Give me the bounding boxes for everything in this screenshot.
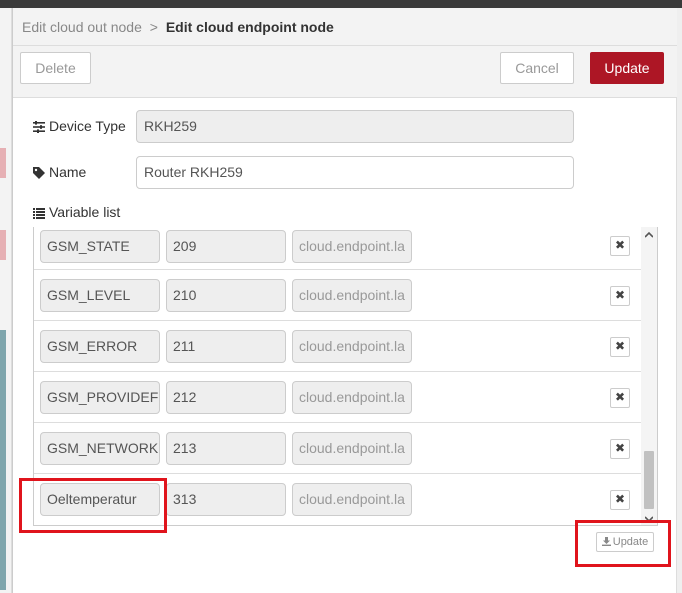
device-type-label-text: Device Type bbox=[49, 118, 126, 134]
list-item: GSM_LEVEL 210 cloud.endpoint.la ✖ bbox=[34, 270, 654, 321]
breadcrumb: Edit cloud out node > Edit cloud endpoin… bbox=[13, 8, 677, 46]
breadcrumb-parent[interactable]: Edit cloud out node bbox=[22, 19, 142, 35]
node-marker bbox=[0, 148, 6, 178]
scroll-up-icon[interactable] bbox=[645, 231, 653, 239]
list-item: GSM_PROVIDEF 212 cloud.endpoint.la ✖ bbox=[34, 372, 654, 423]
node-marker bbox=[0, 230, 6, 260]
name-label-text: Name bbox=[49, 164, 87, 180]
variable-name-field[interactable]: GSM_LEVEL bbox=[40, 279, 160, 312]
remove-row-button[interactable]: ✖ bbox=[610, 490, 630, 510]
variable-id-field[interactable]: 212 bbox=[166, 381, 286, 414]
variable-name-field[interactable]: GSM_ERROR bbox=[40, 330, 160, 363]
name-input[interactable]: Router RKH259 bbox=[136, 156, 574, 189]
variable-list-label-text: Variable list bbox=[49, 204, 121, 220]
remove-row-button[interactable]: ✖ bbox=[610, 337, 630, 357]
cancel-button[interactable]: Cancel bbox=[500, 52, 574, 84]
remove-row-button[interactable]: ✖ bbox=[610, 236, 630, 256]
variable-id-field[interactable]: 209 bbox=[166, 230, 286, 263]
list-scrollbar[interactable] bbox=[641, 227, 657, 525]
list-icon bbox=[33, 208, 45, 219]
variable-list-label: Variable list bbox=[33, 204, 120, 220]
variable-path-field[interactable]: cloud.endpoint.la bbox=[292, 381, 412, 414]
scrollbar-thumb[interactable] bbox=[644, 451, 654, 509]
variable-id-field[interactable]: 313 bbox=[166, 483, 286, 516]
tag-icon bbox=[33, 167, 45, 179]
variable-id-field[interactable]: 211 bbox=[166, 330, 286, 363]
device-type-label: Device Type bbox=[33, 118, 126, 134]
remove-row-button[interactable]: ✖ bbox=[610, 286, 630, 306]
node-marker bbox=[0, 330, 6, 590]
breadcrumb-separator: > bbox=[149, 19, 158, 35]
workspace-background-left bbox=[0, 8, 12, 593]
sliders-icon bbox=[33, 121, 45, 133]
device-type-field: RKH259 bbox=[136, 110, 574, 143]
name-label: Name bbox=[33, 164, 86, 180]
variable-name-field[interactable]: GSM_NETWORK bbox=[40, 432, 160, 465]
variable-path-field[interactable]: cloud.endpoint.la bbox=[292, 432, 412, 465]
variable-name-field[interactable]: GSM_PROVIDEF bbox=[40, 381, 160, 414]
delete-button[interactable]: Delete bbox=[20, 52, 91, 84]
list-item: GSM_STATE 209 cloud.endpoint.la ✖ bbox=[34, 227, 654, 270]
variable-name-field[interactable]: GSM_STATE bbox=[40, 230, 160, 263]
highlight-box-row bbox=[19, 478, 167, 533]
variable-path-field[interactable]: cloud.endpoint.la bbox=[292, 330, 412, 363]
update-button[interactable]: Update bbox=[590, 52, 664, 84]
variable-id-field[interactable]: 213 bbox=[166, 432, 286, 465]
variable-path-field[interactable]: cloud.endpoint.la bbox=[292, 230, 412, 263]
remove-row-button[interactable]: ✖ bbox=[610, 439, 630, 459]
highlight-box-update bbox=[575, 520, 671, 567]
breadcrumb-current: Edit cloud endpoint node bbox=[165, 19, 334, 35]
remove-row-button[interactable]: ✖ bbox=[610, 388, 630, 408]
variable-id-field[interactable]: 210 bbox=[166, 279, 286, 312]
list-item: GSM_ERROR 211 cloud.endpoint.la ✖ bbox=[34, 321, 654, 372]
dialog-toolbar: Delete Cancel Update bbox=[13, 46, 677, 98]
editor-topbar bbox=[0, 0, 682, 8]
variable-path-field[interactable]: cloud.endpoint.la bbox=[292, 279, 412, 312]
list-item: GSM_NETWORK 213 cloud.endpoint.la ✖ bbox=[34, 423, 654, 474]
variable-path-field[interactable]: cloud.endpoint.la bbox=[292, 483, 412, 516]
